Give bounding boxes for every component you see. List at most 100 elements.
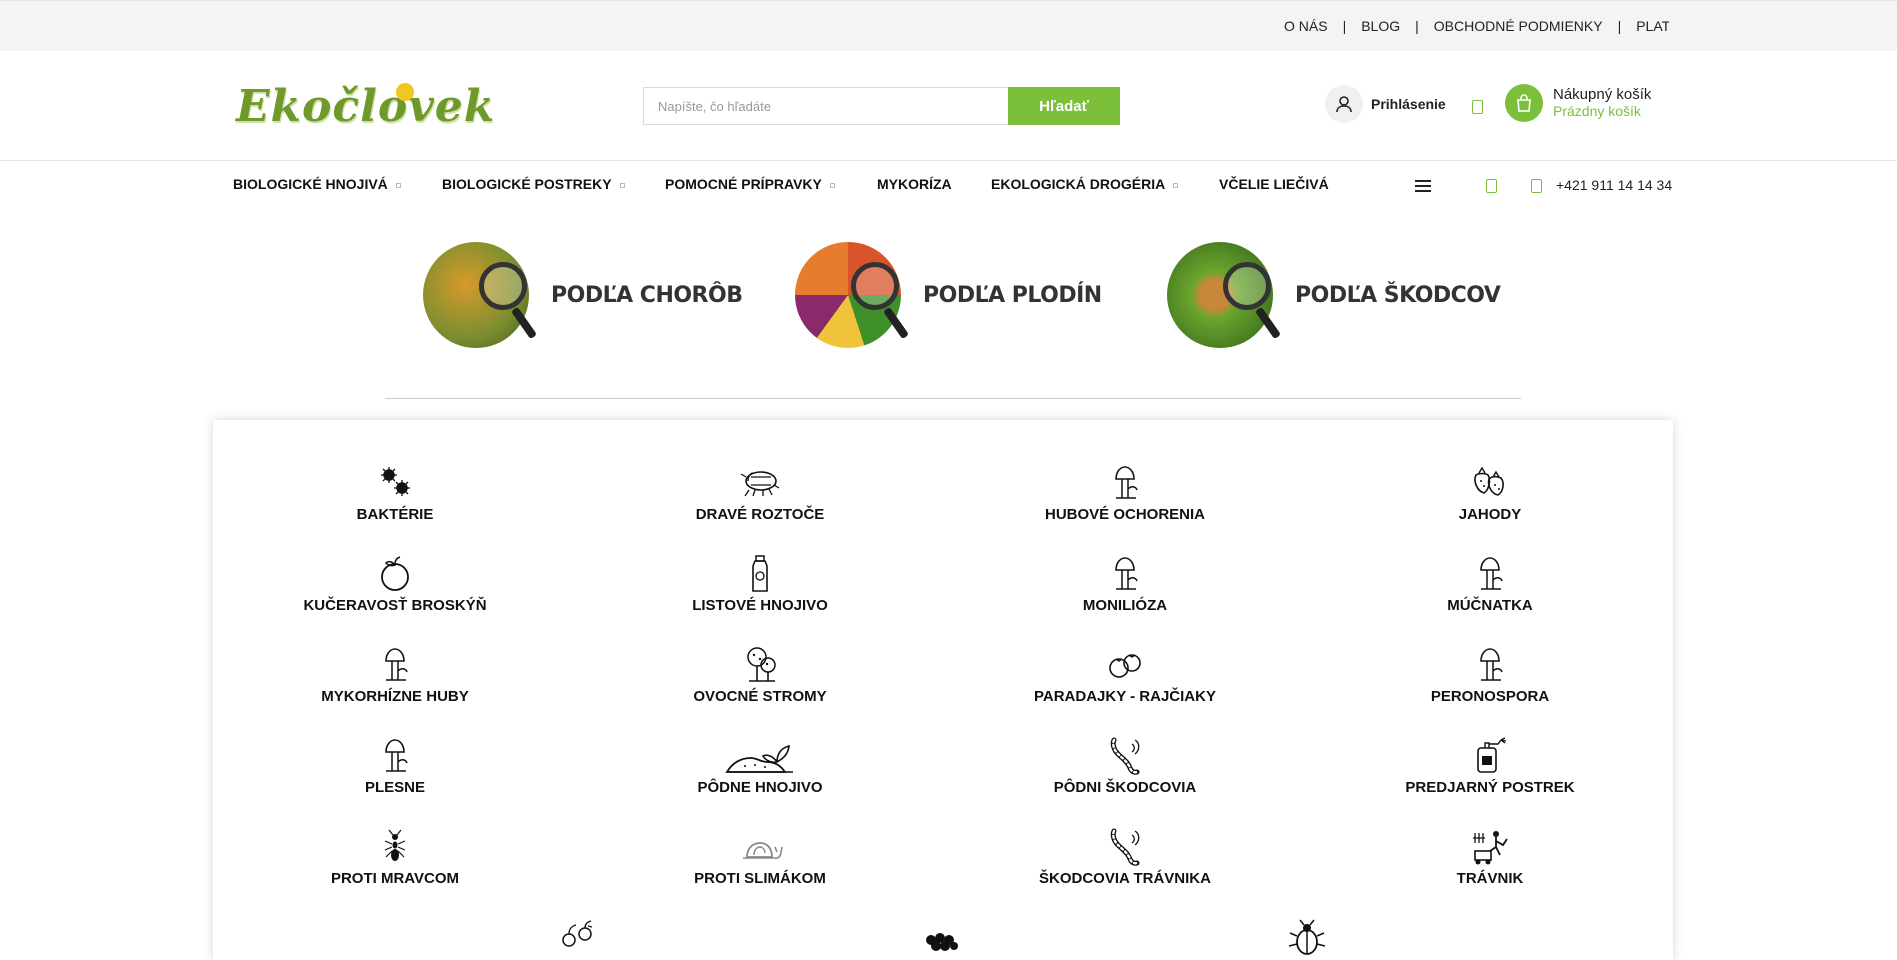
- category-item[interactable]: OVOCNÉ STROMY: [630, 645, 890, 705]
- magnifier-icon: [1223, 262, 1271, 310]
- magnifier-icon: [851, 262, 899, 310]
- nav-item-auxiliary-products[interactable]: POMOCNÉ PRÍPRAVKY: [665, 176, 835, 192]
- cart-widget[interactable]: Nákupný košík Prázdny košík: [1505, 84, 1651, 122]
- submenu-indicator-icon: [395, 182, 401, 188]
- category-item[interactable]: MONILIÓZA: [995, 554, 1255, 614]
- mushroom-icon: [1480, 648, 1503, 681]
- category-item[interactable]: LISTOVÉ HNOJIVO: [630, 554, 890, 614]
- mushroom-icon: [1115, 557, 1138, 590]
- category-item[interactable]: HUBOVÉ OCHORENIA: [995, 463, 1255, 523]
- nav-item-label: MYKORÍZA: [877, 176, 952, 192]
- bottle-icon: [752, 555, 768, 592]
- menu-hamburger-icon[interactable]: [1415, 180, 1431, 192]
- category-label: PREDJARNÝ POSTREK: [1405, 779, 1575, 796]
- category-item[interactable]: ŠKODCOVIA TRÁVNIKA: [995, 827, 1255, 887]
- mail-icon[interactable]: [1486, 179, 1497, 193]
- bacteria-icon: [381, 467, 410, 496]
- wishlist-icon[interactable]: [1472, 100, 1483, 114]
- category-label: MÚČNATKA: [1447, 597, 1533, 614]
- ant-icon: [384, 829, 406, 861]
- logo-text: Ekočlovek: [236, 81, 496, 132]
- nav-item-label: VČELIE LIEČIVÁ: [1219, 176, 1329, 192]
- category-item[interactable]: PÔDNE HNOJIVO: [630, 736, 890, 796]
- top-utility-bar: O NÁS | BLOG | OBCHODNÉ PODMIENKY | PLAT: [0, 0, 1897, 51]
- submenu-indicator-icon: [1173, 182, 1179, 188]
- category-label: ŠKODCOVIA TRÁVNIKA: [1039, 870, 1211, 887]
- category-item[interactable]: KUČERAVOSŤ BROSKÝŇ: [265, 554, 525, 614]
- category-label: KUČERAVOSŤ BROSKÝŇ: [303, 597, 487, 614]
- category-item[interactable]: DRAVÉ ROZTOČE: [630, 463, 890, 523]
- category-label: JAHODY: [1458, 506, 1522, 523]
- category-label: HUBOVÉ OCHORENIA: [1044, 506, 1205, 523]
- lawnmower-icon: [1473, 831, 1508, 865]
- category-label: MYKORHÍZNE HUBY: [321, 688, 469, 705]
- category-item[interactable]: [1177, 918, 1437, 958]
- category-item[interactable]: MÚČNATKA: [1360, 554, 1620, 614]
- banner-label: PODĽA ŠKODCOV: [1295, 282, 1501, 308]
- mushroom-icon: [385, 739, 408, 772]
- category-item[interactable]: TRÁVNIK: [1360, 827, 1620, 887]
- nav-item-biological-sprays[interactable]: BIOLOGICKÉ POSTREKY: [442, 176, 625, 192]
- category-item[interactable]: BAKTÉRIE: [265, 463, 525, 523]
- tomato-icon: [1109, 654, 1141, 678]
- login-label: Prihlásenie: [1371, 96, 1446, 112]
- banner-image: [1167, 240, 1297, 350]
- shopping-bag-icon: [1505, 84, 1543, 122]
- search-button[interactable]: Hľadať: [1008, 87, 1120, 125]
- nav-item-eco-drugstore[interactable]: EKOLOGICKÁ DROGÉRIA: [991, 176, 1179, 192]
- search-input[interactable]: [643, 87, 1008, 125]
- banner-label: PODĽA PLODÍN: [923, 282, 1102, 308]
- category-item[interactable]: PROTI MRAVCOM: [265, 827, 525, 887]
- banner-image: [423, 240, 553, 350]
- grub-icon: [1110, 737, 1140, 775]
- category-item[interactable]: PROTI SLIMÁKOM: [630, 827, 890, 887]
- category-label: PLESNE: [364, 779, 425, 796]
- category-grid: BAKTÉRIE DRAVÉ ROZTOČE HUBOVÉ OCHORENIA …: [213, 420, 1673, 960]
- user-icon: [1325, 85, 1363, 123]
- category-item[interactable]: [447, 918, 707, 958]
- nav-item-biological-fertilizers[interactable]: BIOLOGICKÉ HNOJIVÁ: [233, 176, 401, 192]
- banner-by-diseases[interactable]: PODĽA CHORÔB: [423, 240, 743, 350]
- nav-item-label: BIOLOGICKÉ POSTREKY: [442, 176, 612, 192]
- top-link-payment[interactable]: PLAT: [1636, 18, 1669, 34]
- category-label: PERONOSPORA: [1430, 688, 1550, 705]
- seedling-icon: [562, 920, 593, 947]
- category-item[interactable]: JAHODY: [1360, 463, 1620, 523]
- main-nav: BIOLOGICKÉ HNOJIVÁ BIOLOGICKÉ POSTREKY P…: [233, 176, 1673, 196]
- banner-by-pests[interactable]: PODĽA ŠKODCOV: [1167, 240, 1501, 350]
- category-item[interactable]: MYKORHÍZNE HUBY: [265, 645, 525, 705]
- top-link-blog[interactable]: BLOG: [1361, 18, 1400, 34]
- site-logo[interactable]: Ekočlovek: [236, 81, 494, 133]
- phone-icon: [1531, 179, 1542, 193]
- category-label: PÔDNI ŠKODCOVIA: [1053, 779, 1197, 796]
- banner-image: [795, 240, 925, 350]
- nav-item-label: BIOLOGICKÉ HNOJIVÁ: [233, 176, 388, 192]
- category-item[interactable]: PREDJARNÝ POSTREK: [1360, 736, 1620, 796]
- category-label: TRÁVNIK: [1456, 870, 1524, 887]
- top-link-separator: |: [1342, 18, 1347, 34]
- strawberry-icon: [1474, 466, 1504, 496]
- top-link-terms[interactable]: OBCHODNÉ PODMIENKY: [1434, 18, 1603, 34]
- cart-status: Prázdny košík: [1553, 103, 1641, 119]
- category-item[interactable]: PERONOSPORA: [1360, 645, 1620, 705]
- section-divider: [385, 398, 1521, 399]
- phone-number[interactable]: +421 911 14 14 34: [1556, 177, 1672, 193]
- top-link-about[interactable]: O NÁS: [1284, 18, 1328, 34]
- category-item[interactable]: PLESNE: [265, 736, 525, 796]
- login-link[interactable]: Prihlásenie: [1325, 84, 1446, 124]
- category-label: BAKTÉRIE: [356, 506, 434, 523]
- banner-by-crops[interactable]: PODĽA PLODÍN: [795, 240, 1102, 350]
- category-label: DRAVÉ ROZTOČE: [695, 506, 825, 523]
- category-item[interactable]: [812, 918, 1072, 958]
- submenu-indicator-icon: [619, 182, 625, 188]
- category-label: PARADAJKY - RAJČIAKY: [1034, 688, 1216, 705]
- category-item[interactable]: PARADAJKY - RAJČIAKY: [995, 645, 1255, 705]
- grub-icon: [1110, 828, 1140, 866]
- category-item[interactable]: PÔDNI ŠKODCOVIA: [995, 736, 1255, 796]
- category-label: PROTI SLIMÁKOM: [694, 870, 826, 887]
- category-label: PROTI MRAVCOM: [330, 870, 460, 887]
- nav-item-mycorrhiza[interactable]: MYKORÍZA: [877, 176, 952, 192]
- nav-item-bee-remedies[interactable]: VČELIE LIEČIVÁ: [1219, 176, 1329, 192]
- category-label: LISTOVÉ HNOJIVO: [692, 597, 828, 614]
- nav-item-label: EKOLOGICKÁ DROGÉRIA: [991, 176, 1166, 192]
